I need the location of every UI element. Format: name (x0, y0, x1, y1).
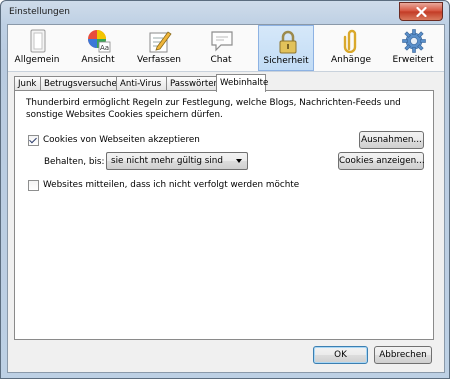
category-erweitert[interactable]: Erweitert (385, 25, 441, 71)
chat-bubble-icon (211, 31, 233, 52)
compose-icon (149, 31, 172, 53)
category-ansicht[interactable]: Aa Ansicht (70, 25, 126, 71)
category-label: Anhänge (330, 55, 372, 65)
padlock-icon (279, 30, 297, 54)
category-sicherheit[interactable]: Sicherheit (258, 25, 314, 71)
category-toolbar: Allgemein Aa Ansicht Verfassen Chat Sich… (8, 25, 444, 72)
webinhalte-panel: Thunderbird ermöglicht Regeln zur Festle… (14, 90, 434, 340)
title-bar[interactable]: Einstellungen (1, 1, 449, 25)
dialog-client-area: Allgemein Aa Ansicht Verfassen Chat Sich… (7, 24, 445, 373)
do-not-track-label[interactable]: Websites mitteilen, dass ich nicht verfo… (43, 180, 299, 190)
close-icon (415, 6, 427, 17)
category-allgemein[interactable]: Allgemein (9, 25, 65, 71)
cancel-button[interactable]: Abbrechen (374, 346, 432, 364)
category-label: Chat (210, 55, 232, 65)
color-palette-icon: Aa (88, 30, 111, 53)
tab-junk[interactable]: Junk (14, 76, 41, 90)
switch-icon (30, 29, 46, 53)
category-label: Erweitert (392, 55, 434, 65)
category-label: Verfassen (137, 55, 181, 65)
category-chat[interactable]: Chat (193, 25, 249, 71)
chevron-down-icon (236, 159, 242, 163)
ok-button[interactable]: OK (313, 346, 368, 364)
category-anhaenge[interactable]: Anhänge (323, 25, 379, 71)
svg-text:Aa: Aa (100, 44, 109, 52)
preferences-window: Einstellungen Allgemein Aa Ansicht Verfa… (0, 0, 450, 379)
keep-until-select[interactable]: sie nicht mehr gültig sind (106, 152, 248, 170)
accept-cookies-checkbox[interactable] (28, 135, 39, 146)
keep-until-label: Behalten, bis: (44, 157, 105, 167)
paperclip-icon (343, 29, 357, 53)
category-label: Ansicht (81, 55, 115, 65)
close-button[interactable] (399, 2, 443, 21)
window-title: Einstellungen (9, 7, 71, 17)
category-label: Sicherheit (263, 56, 309, 66)
tab-webinhalte[interactable]: Webinhalte (216, 74, 268, 92)
tab-anti-virus[interactable]: Anti-Virus (116, 76, 167, 90)
keep-until-value: sie nicht mehr gültig sind (111, 156, 223, 166)
category-verfassen[interactable]: Verfassen (131, 25, 187, 71)
tab-passwoerter[interactable]: Passwörter (166, 76, 217, 90)
exceptions-button[interactable]: Ausnahmen... (359, 131, 424, 149)
show-cookies-button[interactable]: Cookies anzeigen... (338, 152, 425, 170)
accept-cookies-label[interactable]: Cookies von Webseiten akzeptieren (43, 135, 200, 145)
do-not-track-checkbox[interactable] (28, 180, 39, 191)
webinhalte-description: Thunderbird ermöglicht Regeln zur Festle… (26, 98, 401, 120)
gear-icon (402, 29, 426, 53)
category-label: Allgemein (14, 55, 60, 65)
tab-betrugsversuche[interactable]: Betrugsversuche (40, 76, 117, 90)
